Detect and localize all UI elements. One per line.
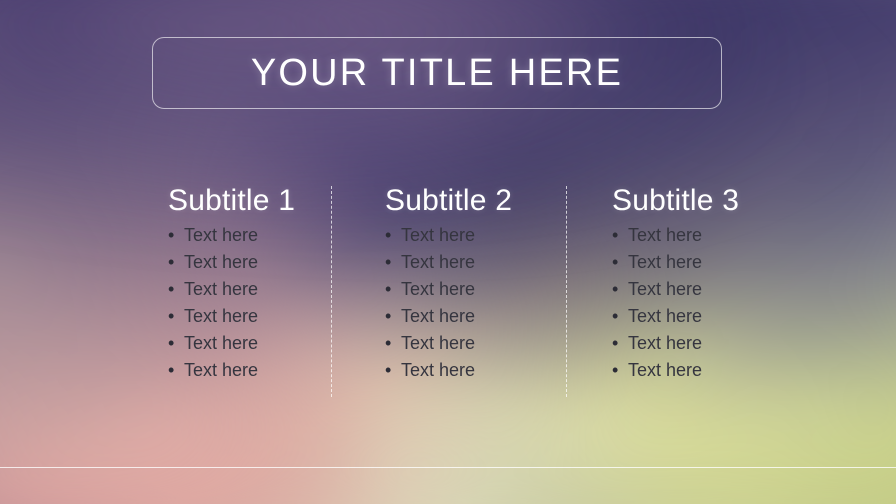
- list-item: • Text here: [168, 361, 378, 388]
- bullet-dot-icon: •: [168, 333, 175, 353]
- content-column-2: Subtitle 2 • Text here • Text here • Tex…: [385, 186, 595, 388]
- bullet-label: Text here: [401, 360, 476, 380]
- list-item: • Text here: [385, 334, 595, 361]
- list-item: • Text here: [385, 361, 595, 388]
- list-item: • Text here: [385, 253, 595, 280]
- bullet-label: Text here: [401, 225, 476, 245]
- bullet-dot-icon: •: [612, 252, 619, 272]
- bullet-dot-icon: •: [385, 279, 392, 299]
- bullet-list-1: • Text here • Text here • Text here • Te…: [168, 226, 378, 388]
- list-item: • Text here: [612, 280, 822, 307]
- bullet-label: Text here: [184, 279, 259, 299]
- bullet-label: Text here: [401, 306, 476, 326]
- bullet-dot-icon: •: [612, 225, 619, 245]
- bullet-list-3: • Text here • Text here • Text here • Te…: [612, 226, 822, 388]
- content-columns: Subtitle 1 • Text here • Text here • Tex…: [0, 186, 896, 401]
- bullet-dot-icon: •: [385, 360, 392, 380]
- bullet-dot-icon: •: [612, 306, 619, 326]
- bullet-dot-icon: •: [385, 306, 392, 326]
- bullet-dot-icon: •: [168, 279, 175, 299]
- list-item: • Text here: [612, 253, 822, 280]
- bullet-label: Text here: [401, 279, 476, 299]
- presentation-slide: YOUR TITLE HERE Subtitle 1 • Text here •…: [0, 0, 896, 504]
- bullet-label: Text here: [184, 306, 259, 326]
- bullet-dot-icon: •: [612, 333, 619, 353]
- list-item: • Text here: [385, 307, 595, 334]
- bullet-label: Text here: [184, 360, 259, 380]
- bullet-label: Text here: [401, 252, 476, 272]
- list-item: • Text here: [612, 226, 822, 253]
- bullet-label: Text here: [184, 225, 259, 245]
- bullet-label: Text here: [628, 306, 703, 326]
- bullet-label: Text here: [401, 333, 476, 353]
- bullet-dot-icon: •: [612, 279, 619, 299]
- list-item: • Text here: [168, 226, 378, 253]
- content-column-3: Subtitle 3 • Text here • Text here • Tex…: [612, 186, 822, 388]
- content-column-1: Subtitle 1 • Text here • Text here • Tex…: [168, 186, 378, 388]
- list-item: • Text here: [168, 334, 378, 361]
- page-title: YOUR TITLE HERE: [250, 52, 624, 94]
- list-item: • Text here: [168, 307, 378, 334]
- list-item: • Text here: [612, 361, 822, 388]
- list-item: • Text here: [612, 307, 822, 334]
- footer-rule: [0, 467, 896, 468]
- bullet-dot-icon: •: [168, 225, 175, 245]
- bullet-dot-icon: •: [385, 252, 392, 272]
- column-title-2: Subtitle 2: [385, 184, 513, 217]
- bullet-label: Text here: [184, 333, 259, 353]
- list-item: • Text here: [385, 280, 595, 307]
- bullet-dot-icon: •: [612, 360, 619, 380]
- column-title-1: Subtitle 1: [168, 184, 296, 217]
- bullet-label: Text here: [628, 225, 703, 245]
- bullet-dot-icon: •: [168, 360, 175, 380]
- bullet-dot-icon: •: [168, 306, 175, 326]
- bullet-label: Text here: [628, 279, 703, 299]
- list-item: • Text here: [385, 226, 595, 253]
- bullet-label: Text here: [628, 333, 703, 353]
- bullet-label: Text here: [184, 252, 259, 272]
- bullet-dot-icon: •: [168, 252, 175, 272]
- bullet-label: Text here: [628, 360, 703, 380]
- title-frame[interactable]: YOUR TITLE HERE: [152, 37, 722, 109]
- column-title-3: Subtitle 3: [612, 184, 740, 217]
- bullet-dot-icon: •: [385, 225, 392, 245]
- bullet-list-2: • Text here • Text here • Text here • Te…: [385, 226, 595, 388]
- bullet-dot-icon: •: [385, 333, 392, 353]
- bullet-label: Text here: [628, 252, 703, 272]
- list-item: • Text here: [168, 280, 378, 307]
- list-item: • Text here: [612, 334, 822, 361]
- list-item: • Text here: [168, 253, 378, 280]
